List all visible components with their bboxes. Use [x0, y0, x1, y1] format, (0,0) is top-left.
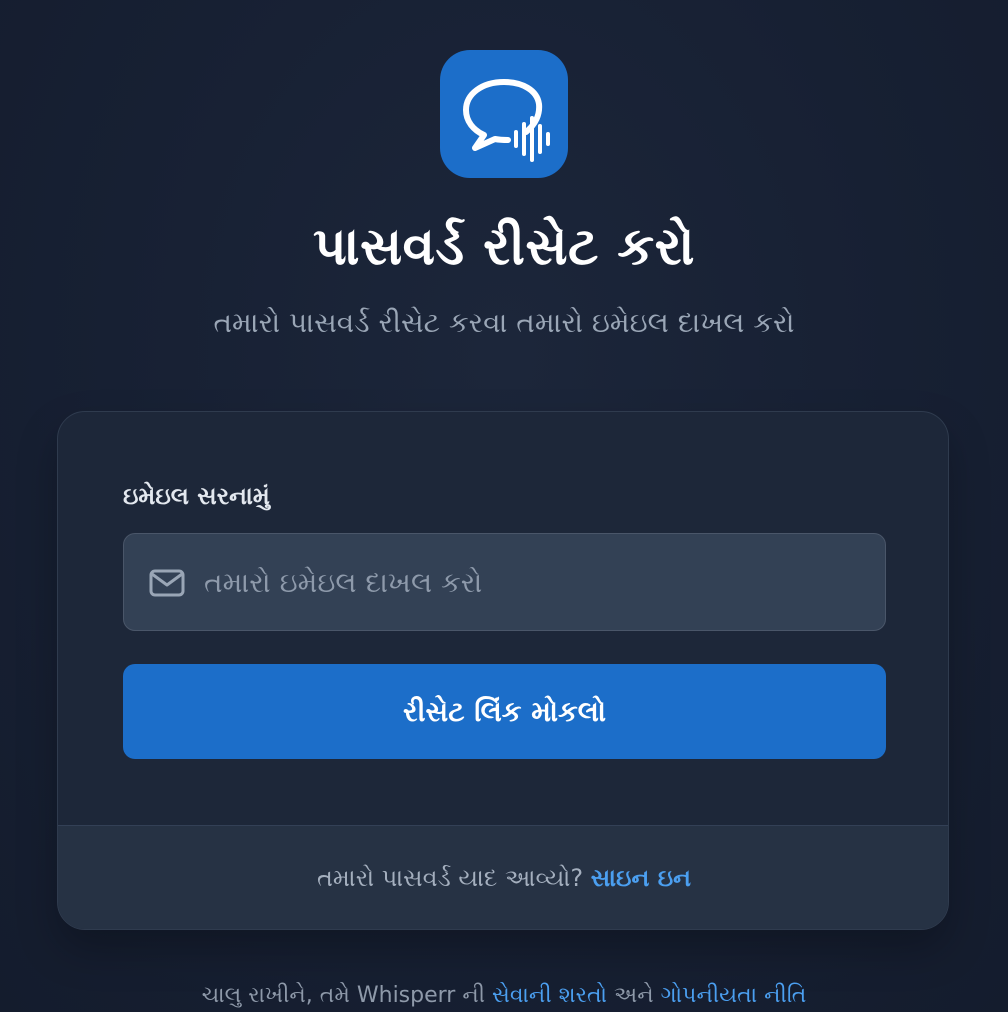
legal-prefix: ચાલુ રાખીને, તમે Whisperr ની [201, 983, 493, 1008]
app-logo [440, 50, 568, 178]
remembered-password-prompt: તમારો પાસવર્ડ યાદ આવ્યો? [316, 864, 591, 892]
email-field-wrapper[interactable] [123, 533, 886, 631]
legal-conjunction: અને [607, 983, 661, 1008]
page-subtitle: તમારો પાસવર્ડ રીસેટ કરવા તમારો ઇમેઇલ દાખ… [213, 306, 795, 339]
page-title: પાસવર્ડ રીસેટ કરો [313, 217, 695, 277]
reset-card: ઇમેઇલ સરનામું રીસેટ લિંક મોકલો તમારો પાસ… [57, 411, 949, 930]
chat-bubble-soundwave-icon [463, 79, 550, 162]
privacy-policy-link[interactable]: ગોપનીયતા નીતિ [661, 983, 807, 1008]
sign-in-link[interactable]: સાઇન ઇન [591, 864, 691, 892]
email-input[interactable] [204, 534, 864, 630]
email-label: ઇમેઇલ સરનામું [123, 482, 270, 510]
send-reset-link-button[interactable]: રીસેટ લિંક મોકલો [123, 664, 886, 759]
mail-icon [149, 569, 185, 597]
terms-of-service-link[interactable]: સેવાની શરતો [492, 983, 607, 1008]
card-footer: તમારો પાસવર્ડ યાદ આવ્યો? સાઇન ઇન [58, 826, 948, 929]
legal-notice: ચાલુ રાખીને, તમે Whisperr ની સેવાની શરતો… [0, 980, 1008, 1012]
